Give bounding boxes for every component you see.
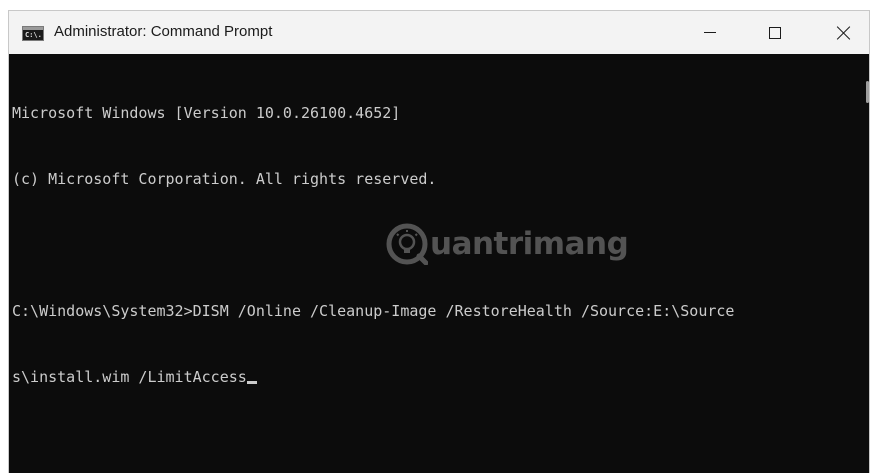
title-bar[interactable]: C:\. Administrator: Command Prompt	[9, 11, 869, 54]
maximize-icon	[769, 26, 781, 39]
minimize-icon	[704, 32, 716, 33]
maximize-button[interactable]	[752, 11, 798, 54]
console-line: C:\Windows\System32>DISM /Online /Cleanu…	[12, 302, 735, 320]
vertical-scrollbar[interactable]	[855, 54, 869, 473]
command-prompt-window: C:\. Administrator: Command Prompt Micro…	[8, 10, 870, 473]
close-button[interactable]	[821, 11, 867, 54]
console-output[interactable]: Microsoft Windows [Version 10.0.26100.46…	[9, 54, 855, 473]
console-line: (c) Microsoft Corporation. All rights re…	[12, 170, 437, 188]
console-input-line[interactable]: s\install.wim /LimitAccess	[12, 366, 855, 388]
window-title: Administrator: Command Prompt	[54, 23, 273, 40]
command-prompt-icon[interactable]: C:\.	[22, 26, 44, 41]
app-icon-glyph: C:\.	[25, 31, 42, 39]
close-icon	[837, 26, 851, 40]
text-cursor	[246, 381, 257, 384]
scrollbar-thumb[interactable]	[866, 81, 869, 103]
console-command-text: s\install.wim /LimitAccess	[12, 368, 247, 386]
minimize-button[interactable]	[687, 11, 733, 54]
console-line: Microsoft Windows [Version 10.0.26100.46…	[12, 104, 401, 122]
